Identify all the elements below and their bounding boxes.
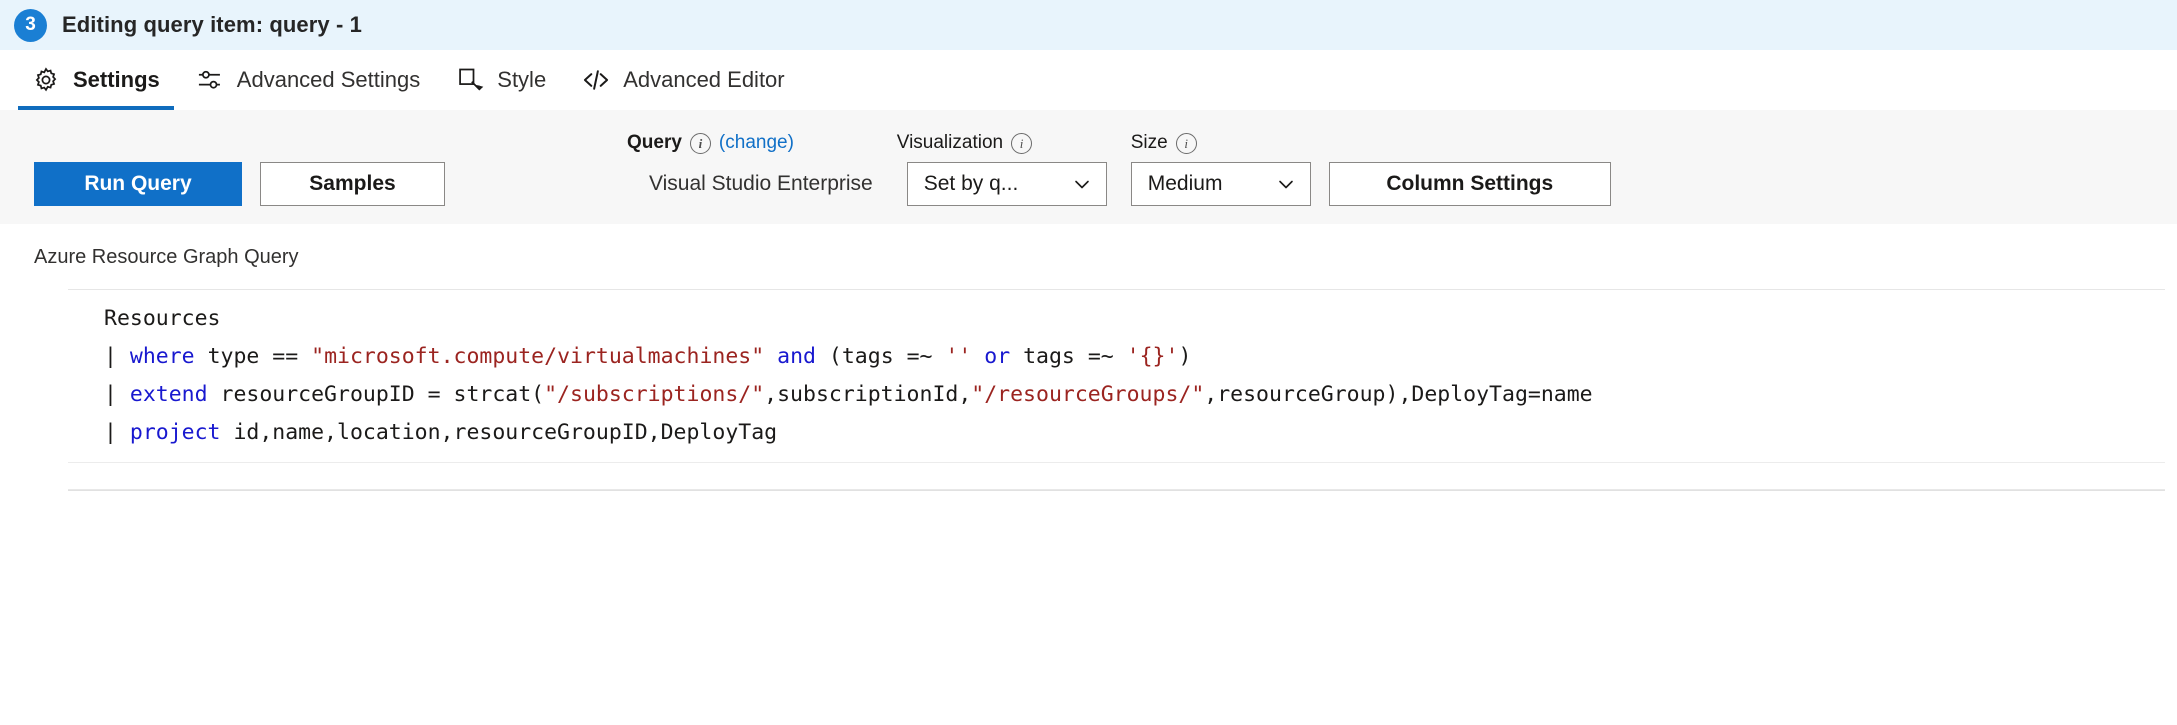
sliders-icon: [196, 66, 224, 94]
code-token: tags =~: [1010, 344, 1127, 369]
code-token: id,name,location,resourceGroupID,DeployT…: [220, 420, 778, 445]
tab-style[interactable]: Style: [438, 50, 564, 110]
query-code-editor[interactable]: Resources | where type == "microsoft.comp…: [68, 289, 2165, 491]
code-token: resourceGroupID = strcat(: [207, 382, 545, 407]
size-column: Size i Medium: [1107, 110, 1311, 224]
code-token: ): [1178, 344, 1192, 369]
code-token: |: [104, 344, 130, 369]
query-info-icon[interactable]: i: [689, 132, 711, 154]
code-token: extend: [129, 382, 208, 407]
code-token: '': [945, 344, 972, 369]
tab-advanced-settings-label: Advanced Settings: [236, 67, 421, 92]
query-change-link[interactable]: (change): [719, 124, 794, 162]
column-settings-column: Column Settings: [1311, 110, 1611, 224]
tab-advanced-settings[interactable]: Advanced Settings: [178, 50, 438, 110]
code-token: |: [104, 420, 130, 445]
visualization-value: Set by q...: [923, 172, 1019, 195]
code-token: "/subscriptions/": [544, 382, 765, 407]
chevron-down-icon: [1276, 174, 1296, 194]
tab-settings-label: Settings: [73, 67, 160, 92]
code-line: Resources: [104, 300, 2165, 338]
page-title: Editing query item: query - 1: [62, 12, 362, 37]
code-brackets-icon: [582, 66, 610, 94]
editing-header-banner: 3 Editing query item: query - 1: [0, 0, 2177, 50]
code-token: and: [777, 344, 816, 369]
size-dropdown[interactable]: Medium: [1130, 162, 1311, 206]
tab-advanced-editor[interactable]: Advanced Editor: [564, 50, 802, 110]
tab-bar: Settings Advanced Settings Style Advance…: [0, 50, 2177, 110]
query-section: Azure Resource Graph Query Resources | wh…: [0, 224, 2177, 491]
gear-icon: [32, 66, 60, 94]
code-token: |: [104, 382, 130, 407]
size-label: Size: [1130, 132, 1168, 153]
size-info-icon[interactable]: i: [1175, 132, 1197, 154]
query-label-row: Query i (change): [627, 124, 873, 162]
samples-column: Samples: [242, 110, 445, 224]
query-toolbar: Run Query Samples Query i (change) Visua…: [0, 110, 2177, 224]
code-token: "microsoft.compute/virtualmachines": [311, 344, 765, 369]
tab-style-label: Style: [497, 67, 547, 92]
run-query-column: Run Query: [34, 110, 242, 224]
query-code-content[interactable]: Resources | where type == "microsoft.comp…: [68, 300, 2165, 452]
style-cursor-icon: [456, 66, 484, 94]
visualization-dropdown[interactable]: Set by q...: [906, 162, 1107, 206]
code-token: or: [984, 344, 1011, 369]
size-value: Medium: [1147, 172, 1223, 195]
code-line: | where type == "microsoft.compute/virtu…: [104, 338, 2165, 376]
code-token: "/resourceGroups/": [971, 382, 1205, 407]
code-line: | project id,name,location,resourceGroup…: [104, 414, 2165, 452]
tab-advanced-editor-label: Advanced Editor: [623, 67, 785, 92]
code-token: ,resourceGroup),DeployTag=name: [1204, 382, 1593, 407]
editor-horizontal-scrollbar[interactable]: [68, 462, 2165, 490]
samples-button[interactable]: Samples: [260, 162, 445, 206]
code-token: Resources: [104, 306, 221, 331]
query-caption: Azure Resource Graph Query: [34, 246, 299, 268]
step-number-badge: 3: [14, 8, 47, 42]
code-token: where: [129, 344, 195, 369]
size-label-row: Size i: [1107, 124, 1311, 162]
code-token: '{}': [1126, 344, 1179, 369]
samples-spacer: [242, 124, 445, 162]
code-token: project: [129, 420, 221, 445]
code-token: ,subscriptionId,: [764, 382, 972, 407]
visualization-column: Visualization i Set by q...: [897, 110, 1107, 224]
chevron-down-icon: [1072, 174, 1092, 194]
column-settings-button[interactable]: Column Settings: [1328, 162, 1611, 206]
run-query-spacer: [34, 124, 242, 162]
query-data-source: Visual Studio Enterprise: [649, 172, 873, 195]
column-settings-spacer: [1311, 124, 1611, 162]
visualization-info-icon[interactable]: i: [1011, 132, 1033, 154]
query-label: Query: [627, 132, 682, 153]
visualization-label: Visualization: [896, 132, 1004, 153]
visualization-label-row: Visualization i: [897, 124, 1107, 162]
code-token: (tags =~: [815, 344, 946, 369]
query-source-column: Query i (change) Visual Studio Enterpris…: [627, 110, 873, 224]
code-token: type ==: [194, 344, 312, 369]
code-line: | extend resourceGroupID = strcat("/subs…: [104, 376, 2165, 414]
run-query-button[interactable]: Run Query: [34, 162, 242, 206]
tab-settings[interactable]: Settings: [14, 50, 178, 110]
